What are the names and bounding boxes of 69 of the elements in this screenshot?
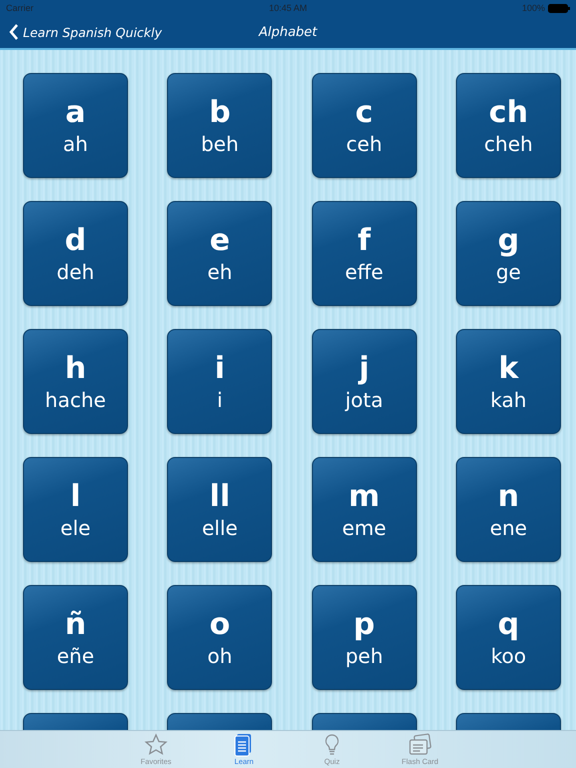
letter-tile[interactable]: a ah [23, 73, 128, 178]
letter-tile[interactable]: ll elle [167, 457, 272, 562]
letter-text: d [64, 226, 86, 256]
letter-text: a [65, 98, 86, 128]
letter-tile[interactable]: l ele [23, 457, 128, 562]
letter-name: hache [45, 390, 106, 410]
letter-text: ll [210, 482, 230, 512]
letter-text: k [498, 354, 518, 384]
letter-name: eh [207, 262, 232, 282]
letter-name: cheh [484, 134, 533, 154]
letter-text: q [498, 610, 520, 640]
screen-title: Alphabet [258, 24, 318, 40]
letter-tile[interactable]: f effe [312, 201, 417, 306]
letter-text: m [348, 482, 380, 512]
letter-name: koo [490, 646, 526, 666]
letter-text: o [210, 610, 230, 640]
letter-text: ñ [64, 610, 86, 640]
letter-text: b [209, 98, 231, 128]
letter-name: ele [60, 518, 91, 538]
letter-name: elle [202, 518, 238, 538]
letter-name: effe [344, 262, 384, 282]
carrier-label: Carrier [6, 3, 34, 13]
letter-text: h [64, 354, 86, 384]
letter-tile[interactable]: h hache [23, 329, 128, 434]
letter-name: jota [345, 390, 384, 410]
letter-text: i [214, 354, 225, 384]
battery-label: 100% [522, 3, 545, 13]
letter-tile[interactable]: k kah [456, 329, 561, 434]
letter-text: n [498, 482, 520, 512]
letter-text: ch [488, 98, 528, 128]
time-label: 10:45 AM [268, 3, 308, 13]
letter-text: p [353, 610, 375, 640]
letter-tile[interactable]: o oh [167, 585, 272, 690]
letter-name: deh [56, 262, 94, 282]
star-icon [144, 733, 168, 757]
letter-name: eme [342, 518, 386, 538]
letter-name: ge [496, 262, 521, 282]
letter-text: g [498, 226, 520, 256]
back-button[interactable]: Learn Spanish Quickly [0, 24, 162, 40]
letter-tile[interactable]: b beh [167, 73, 272, 178]
letter-text: j [359, 354, 370, 384]
letter-tile[interactable]: j jota [312, 329, 417, 434]
letter-name: ceh [346, 134, 382, 154]
letter-text: c [355, 98, 374, 128]
letter-tile[interactable]: ñ eñe [23, 585, 128, 690]
letter-tile[interactable]: m eme [312, 457, 417, 562]
letter-name: eñe [56, 646, 94, 666]
battery-icon [548, 4, 570, 12]
cards-icon [408, 733, 432, 757]
letter-text: l [70, 482, 81, 512]
letter-text: f [358, 226, 371, 256]
letter-tile[interactable]: d deh [23, 201, 128, 306]
letter-name: beh [200, 134, 239, 154]
letter-name: ah [63, 134, 88, 154]
back-chevron-icon [9, 24, 19, 40]
letter-tile[interactable]: c ceh [312, 73, 417, 178]
letter-name: i [217, 390, 223, 410]
letter-tile[interactable]: ch cheh [456, 73, 561, 178]
letter-tile[interactable]: q koo [456, 585, 561, 690]
letter-tile[interactable]: g ge [456, 201, 561, 306]
letter-name: kah [490, 390, 527, 410]
letter-tile[interactable]: p peh [312, 585, 417, 690]
letter-name: peh [345, 646, 383, 666]
letter-name: oh [207, 646, 232, 666]
letter-tile[interactable]: i i [167, 329, 272, 434]
letter-tile[interactable]: n ene [456, 457, 561, 562]
letter-text: e [210, 226, 230, 256]
letter-tile[interactable]: e eh [167, 201, 272, 306]
letter-name: ene [490, 518, 528, 538]
